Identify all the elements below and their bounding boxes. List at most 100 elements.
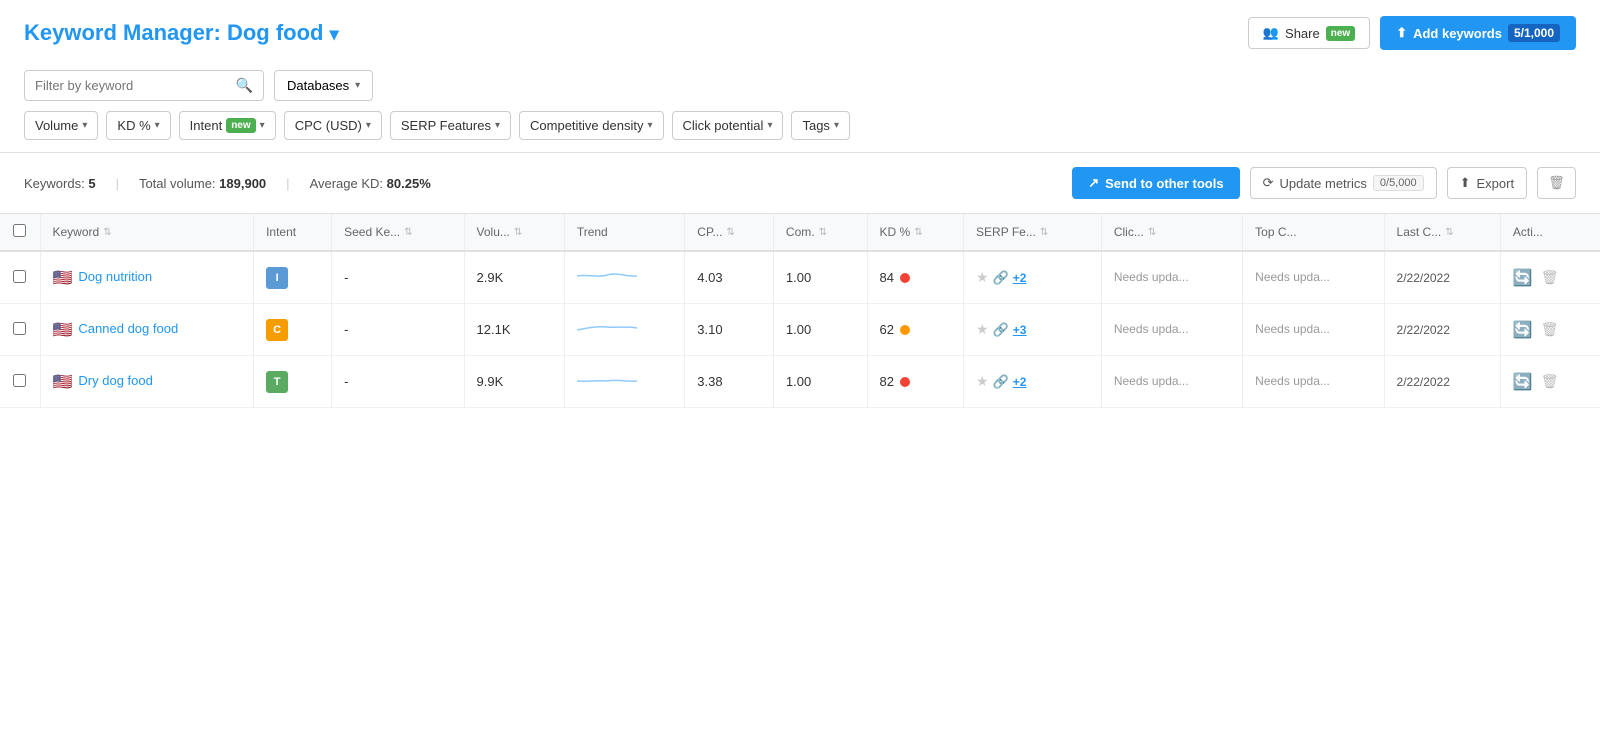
serp-cell: ★ 🔗 +3 [964, 304, 1102, 356]
volume-label: Volume [35, 118, 78, 133]
row-checkbox[interactable] [13, 322, 26, 335]
serp-features-label: SERP Features [401, 118, 491, 133]
serp-plus-badge[interactable]: +2 [1013, 375, 1027, 389]
keyword-link[interactable]: Dog nutrition [78, 268, 152, 286]
stats-left: Keywords: 5 | Total volume: 189,900 | Av… [24, 176, 431, 191]
row-checkbox-cell [0, 304, 40, 356]
volume-value: 9.9K [477, 374, 504, 389]
keywords-table-container: Keyword⇅ Intent Seed Ke...⇅ Volu...⇅ Tre… [0, 214, 1600, 408]
last-c-cell: 2/22/2022 [1384, 304, 1500, 356]
th-clic: Clic...⇅ [1101, 214, 1242, 251]
row-delete-icon[interactable]: 🗑 [1541, 269, 1559, 286]
databases-button[interactable]: Databases ▾ [274, 70, 373, 101]
competitive-density-label: Competitive density [530, 118, 643, 133]
refresh-icon[interactable]: 🔄 [1513, 268, 1533, 288]
title-chevron-icon[interactable]: ▾ [330, 24, 339, 44]
keyword-link[interactable]: Canned dog food [78, 320, 178, 338]
clic-sort-icon[interactable]: ⇅ [1148, 227, 1156, 238]
trend-cell [564, 356, 684, 408]
clic-value: Needs upda... [1114, 269, 1230, 286]
update-metrics-count: 0/5,000 [1373, 175, 1424, 191]
intent-cell: I [254, 251, 332, 304]
search-icon[interactable]: 🔍 [236, 77, 253, 94]
databases-chevron-icon: ▾ [355, 80, 360, 91]
kd-cell: 62 [867, 304, 964, 356]
cpc-label: CPC (USD) [295, 118, 362, 133]
comp-density-chevron-icon: ▾ [647, 120, 652, 131]
intent-chevron-icon: ▾ [260, 120, 265, 131]
top-c-value: Needs upda... [1255, 373, 1371, 390]
tags-filter[interactable]: Tags ▾ [791, 111, 850, 140]
volume-value: 2.9K [477, 270, 504, 285]
cp-cell: 3.10 [685, 304, 774, 356]
trend-cell [564, 251, 684, 304]
link-icon: 🔗 [993, 322, 1009, 338]
intent-filter[interactable]: Intent new ▾ [179, 111, 276, 140]
click-potential-chevron-icon: ▾ [767, 120, 772, 131]
tags-label: Tags [802, 118, 829, 133]
refresh-icon[interactable]: 🔄 [1513, 320, 1533, 340]
update-metrics-button[interactable]: ⟳ Update metrics 0/5,000 [1250, 167, 1437, 199]
seed-ke-value: - [344, 374, 348, 389]
row-checkbox-cell [0, 356, 40, 408]
intent-badge: I [266, 267, 288, 289]
send-tools-icon: ↗ [1088, 175, 1099, 191]
cpc-filter[interactable]: CPC (USD) ▾ [284, 111, 382, 140]
trend-sparkline [577, 368, 637, 392]
serp-features-filter[interactable]: SERP Features ▾ [390, 111, 511, 140]
row-delete-icon[interactable]: 🗑 [1541, 373, 1559, 390]
last-c-value: 2/22/2022 [1397, 323, 1488, 337]
cp-cell: 4.03 [685, 251, 774, 304]
search-box[interactable]: 🔍 [24, 70, 264, 101]
com-cell: 1.00 [773, 356, 867, 408]
filter-chips: Volume ▾ KD % ▾ Intent new ▾ CPC (USD) ▾… [24, 111, 1576, 140]
kd-cell: 82 [867, 356, 964, 408]
send-to-tools-button[interactable]: ↗ Send to other tools [1072, 167, 1239, 199]
delete-trash-icon: 🗑 [1548, 175, 1565, 190]
keyword-sort-icon[interactable]: ⇅ [103, 227, 111, 238]
competitive-density-filter[interactable]: Competitive density ▾ [519, 111, 663, 140]
th-volume: Volu...⇅ [464, 214, 564, 251]
serp-sort-icon[interactable]: ⇅ [1040, 227, 1048, 238]
th-com: Com.⇅ [773, 214, 867, 251]
delete-button[interactable]: 🗑 [1537, 167, 1576, 199]
serp-plus-badge[interactable]: +3 [1013, 323, 1027, 337]
com-cell: 1.00 [773, 251, 867, 304]
header-actions: 👥 Share new ⬆ Add keywords 5/1,000 [1248, 16, 1576, 50]
kd-value: 62 [880, 322, 894, 337]
keywords-stat: Keywords: 5 [24, 176, 96, 191]
kd-filter[interactable]: KD % ▾ [106, 111, 170, 140]
intent-cell: T [254, 356, 332, 408]
cp-sort-icon[interactable]: ⇅ [726, 227, 734, 238]
search-input[interactable] [35, 78, 236, 93]
volume-sort-icon[interactable]: ⇅ [514, 227, 522, 238]
volume-chevron-icon: ▾ [82, 120, 87, 131]
serp-plus-badge[interactable]: +2 [1013, 271, 1027, 285]
add-keywords-button[interactable]: ⬆ Add keywords 5/1,000 [1380, 16, 1576, 50]
refresh-icon[interactable]: 🔄 [1513, 372, 1533, 392]
stats-divider-1: | [116, 176, 119, 191]
link-icon: 🔗 [993, 374, 1009, 390]
com-sort-icon[interactable]: ⇅ [819, 227, 827, 238]
last-c-cell: 2/22/2022 [1384, 356, 1500, 408]
share-button[interactable]: 👥 Share new [1248, 17, 1370, 49]
keyword-link[interactable]: Dry dog food [78, 372, 152, 390]
volume-filter[interactable]: Volume ▾ [24, 111, 98, 140]
export-button[interactable]: ⬆ Export [1447, 167, 1527, 199]
table-row: 🇺🇸 Canned dog food C - 12.1K 3.10 1.00 6… [0, 304, 1600, 356]
row-checkbox[interactable] [13, 270, 26, 283]
seed-ke-sort-icon[interactable]: ⇅ [404, 227, 412, 238]
row-checkbox[interactable] [13, 374, 26, 387]
update-metrics-label: Update metrics [1279, 176, 1366, 191]
click-potential-filter[interactable]: Click potential ▾ [672, 111, 784, 140]
row-delete-icon[interactable]: 🗑 [1541, 321, 1559, 338]
select-all-checkbox[interactable] [13, 224, 26, 237]
kd-indicator [900, 273, 910, 283]
select-all-header[interactable] [0, 214, 40, 251]
cp-value: 4.03 [697, 270, 722, 285]
th-seed-ke: Seed Ke...⇅ [332, 214, 464, 251]
volume-value: 12.1K [477, 322, 511, 337]
kd-value: 82 [880, 374, 894, 389]
last-c-sort-icon[interactable]: ⇅ [1445, 227, 1453, 238]
kd-sort-icon[interactable]: ⇅ [914, 227, 922, 238]
